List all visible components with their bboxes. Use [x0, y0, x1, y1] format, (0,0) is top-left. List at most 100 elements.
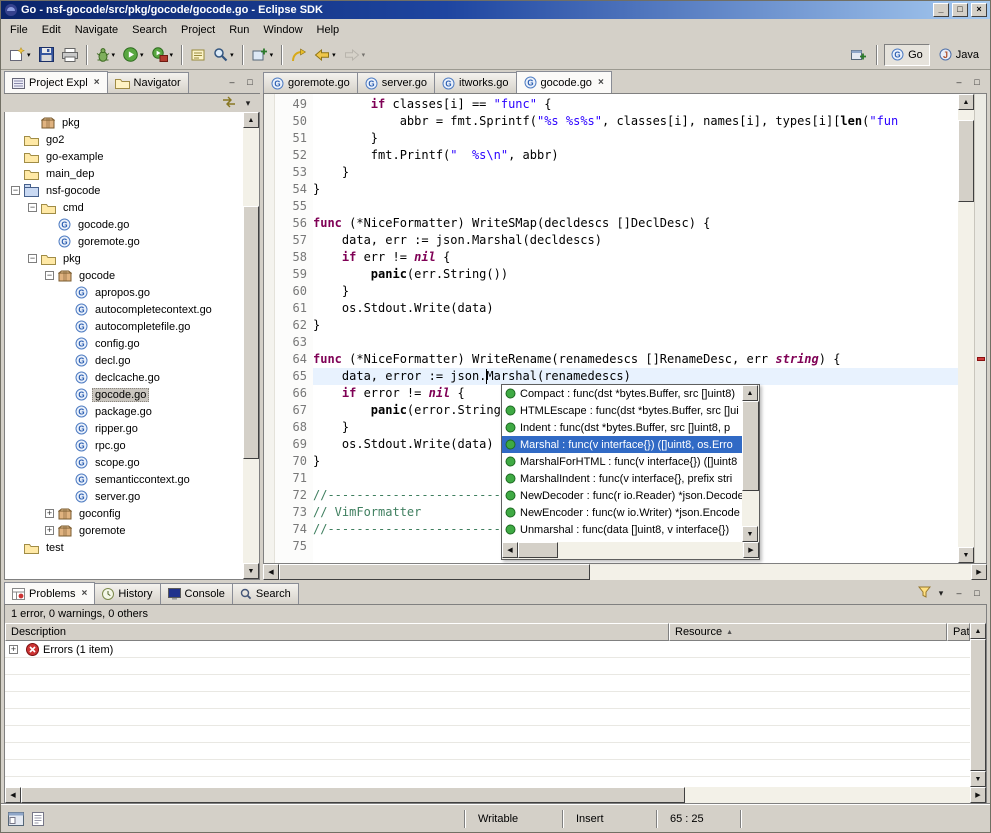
dropdown-arrow-icon[interactable]: ▾: [230, 51, 234, 59]
filter-icon[interactable]: [918, 586, 931, 601]
menu-help[interactable]: Help: [310, 22, 347, 38]
tree-item-goremote-go[interactable]: Ggoremote.go: [5, 233, 243, 250]
maximize-view-icon[interactable]: □: [969, 586, 985, 601]
tree-item-apropos-go[interactable]: Gapropos.go: [5, 284, 243, 301]
problems-vscrollbar[interactable]: ▲ ▼: [970, 623, 986, 787]
tab-navigator[interactable]: Navigator: [107, 72, 189, 93]
close-tab-icon[interactable]: ×: [94, 77, 100, 88]
scroll-thumb[interactable]: [970, 639, 986, 771]
editor-presentation-icon[interactable]: [29, 811, 47, 827]
open-perspective-button[interactable]: [847, 43, 870, 67]
scroll-thumb[interactable]: [279, 564, 590, 580]
scroll-left-icon[interactable]: ◀: [263, 564, 279, 580]
autocomplete-item-newdecoder[interactable]: NewDecoder : func(r io.Reader) *json.Dec…: [502, 487, 742, 504]
error-marker[interactable]: [977, 357, 985, 361]
collapse-icon[interactable]: −: [28, 254, 37, 263]
menu-navigate[interactable]: Navigate: [68, 22, 125, 38]
dropdown-arrow-icon[interactable]: ▾: [170, 51, 174, 59]
column-header-resource[interactable]: Resource▲: [669, 623, 947, 641]
close-button[interactable]: ×: [971, 3, 987, 17]
fast-view-icon[interactable]: [7, 811, 25, 827]
collapse-icon[interactable]: −: [11, 186, 20, 195]
maximize-view-icon[interactable]: □: [242, 75, 258, 90]
dropdown-arrow-icon[interactable]: ▾: [362, 51, 366, 59]
scroll-thumb[interactable]: [21, 787, 685, 803]
tree-item-pkg[interactable]: pkg: [5, 114, 243, 131]
menu-search[interactable]: Search: [125, 22, 174, 38]
menu-edit[interactable]: Edit: [35, 22, 68, 38]
tree-item-declcache-go[interactable]: Gdeclcache.go: [5, 369, 243, 386]
scroll-left-icon[interactable]: ◀: [5, 787, 21, 803]
new-element-button[interactable]: ▾: [248, 43, 278, 67]
autocomplete-item-marshal[interactable]: Marshal : func(v interface{}) ([]uint8, …: [502, 436, 742, 453]
tree-item-test[interactable]: test: [5, 539, 243, 556]
column-header-path[interactable]: Path: [947, 623, 970, 641]
tree-item-go2[interactable]: go2: [5, 131, 243, 148]
tree-item-autocompletefile-go[interactable]: Gautocompletefile.go: [5, 318, 243, 335]
menu-window[interactable]: Window: [256, 22, 309, 38]
autocomplete-item-newencoder[interactable]: NewEncoder : func(w io.Writer) *json.Enc…: [502, 504, 742, 521]
back-button[interactable]: ▾: [310, 43, 340, 67]
scroll-up-icon[interactable]: ▲: [742, 385, 758, 401]
expand-icon[interactable]: +: [45, 526, 54, 535]
debug-button[interactable]: ▾: [92, 43, 120, 67]
run-button[interactable]: ▾: [119, 43, 148, 67]
close-tab-icon[interactable]: ×: [598, 77, 604, 88]
autocomplete-item-unmarshal[interactable]: Unmarshal : func(data []uint8, v interfa…: [502, 521, 742, 538]
tab-history[interactable]: History: [94, 583, 160, 604]
tree-item-go-example[interactable]: go-example: [5, 148, 243, 165]
tab-goremote-go[interactable]: Ggoremote.go: [263, 72, 358, 93]
scroll-down-icon[interactable]: ▼: [742, 526, 758, 542]
tree-item-goconfig[interactable]: +goconfig: [5, 505, 243, 522]
tab-itworks-go[interactable]: Gitworks.go: [434, 72, 517, 93]
problems-hscrollbar[interactable]: ◀ ▶: [5, 787, 986, 803]
column-header-description[interactable]: Description: [5, 623, 669, 641]
line-number-ruler[interactable]: 4950515253545556575859606162636465666768…: [275, 94, 313, 563]
tab-project-expl[interactable]: Project Expl×: [4, 71, 108, 93]
tree-item-pkg[interactable]: −pkg: [5, 250, 243, 267]
scroll-right-icon[interactable]: ▶: [743, 542, 759, 558]
popup-vscrollbar[interactable]: ▲ ▼: [742, 385, 759, 542]
autocomplete-item-compact[interactable]: Compact : func(dst *bytes.Buffer, src []…: [502, 385, 742, 402]
tree-item-nsf-gocode[interactable]: −nsf-gocode: [5, 182, 243, 199]
view-menu-icon[interactable]: ▾: [933, 586, 949, 601]
expand-icon[interactable]: +: [9, 645, 18, 654]
scroll-right-icon[interactable]: ▶: [970, 787, 986, 803]
tree-item-rpc-go[interactable]: Grpc.go: [5, 437, 243, 454]
problems-table-body[interactable]: +Errors (1 item): [5, 641, 970, 787]
tab-server-go[interactable]: Gserver.go: [357, 72, 435, 93]
scroll-up-icon[interactable]: ▲: [970, 623, 986, 639]
tab-problems[interactable]: Problems×: [4, 582, 95, 604]
tree-item-gocode-go[interactable]: Ggocode.go: [5, 216, 243, 233]
minimize-view-icon[interactable]: –: [951, 586, 967, 601]
collapse-icon[interactable]: −: [28, 203, 37, 212]
dropdown-arrow-icon[interactable]: ▾: [112, 51, 116, 59]
scroll-thumb[interactable]: [243, 206, 259, 458]
overview-ruler[interactable]: [974, 94, 986, 563]
scroll-thumb[interactable]: [518, 542, 558, 558]
tree-item-gocode[interactable]: −gocode: [5, 267, 243, 284]
minimize-view-icon[interactable]: –: [951, 75, 967, 90]
perspective-go-button[interactable]: GGo: [884, 44, 930, 66]
maximize-button[interactable]: □: [952, 3, 968, 17]
menu-project[interactable]: Project: [174, 22, 222, 38]
scroll-down-icon[interactable]: ▼: [958, 547, 974, 563]
tree-item-config-go[interactable]: Gconfig.go: [5, 335, 243, 352]
scroll-up-icon[interactable]: ▲: [243, 112, 259, 128]
print-button[interactable]: [58, 43, 82, 67]
tree-item-decl-go[interactable]: Gdecl.go: [5, 352, 243, 369]
save-button[interactable]: [35, 43, 58, 67]
tree-item-gocode-go[interactable]: Ggocode.go: [5, 386, 243, 403]
editor-vscrollbar[interactable]: ▲ ▼: [958, 94, 974, 563]
menu-run[interactable]: Run: [222, 22, 256, 38]
tree-item-main-dep[interactable]: main_dep: [5, 165, 243, 182]
tree-item-cmd[interactable]: −cmd: [5, 199, 243, 216]
marker-bar[interactable]: [264, 94, 275, 563]
tree-item-semanticcontext-go[interactable]: Gsemanticcontext.go: [5, 471, 243, 488]
scroll-down-icon[interactable]: ▼: [970, 771, 986, 787]
scroll-left-icon[interactable]: ◀: [502, 542, 518, 558]
minimize-button[interactable]: _: [933, 3, 949, 17]
scroll-up-icon[interactable]: ▲: [958, 94, 974, 110]
menu-file[interactable]: File: [3, 22, 35, 38]
autocomplete-item-marshalforhtml[interactable]: MarshalForHTML : func(v interface{}) ([]…: [502, 453, 742, 470]
